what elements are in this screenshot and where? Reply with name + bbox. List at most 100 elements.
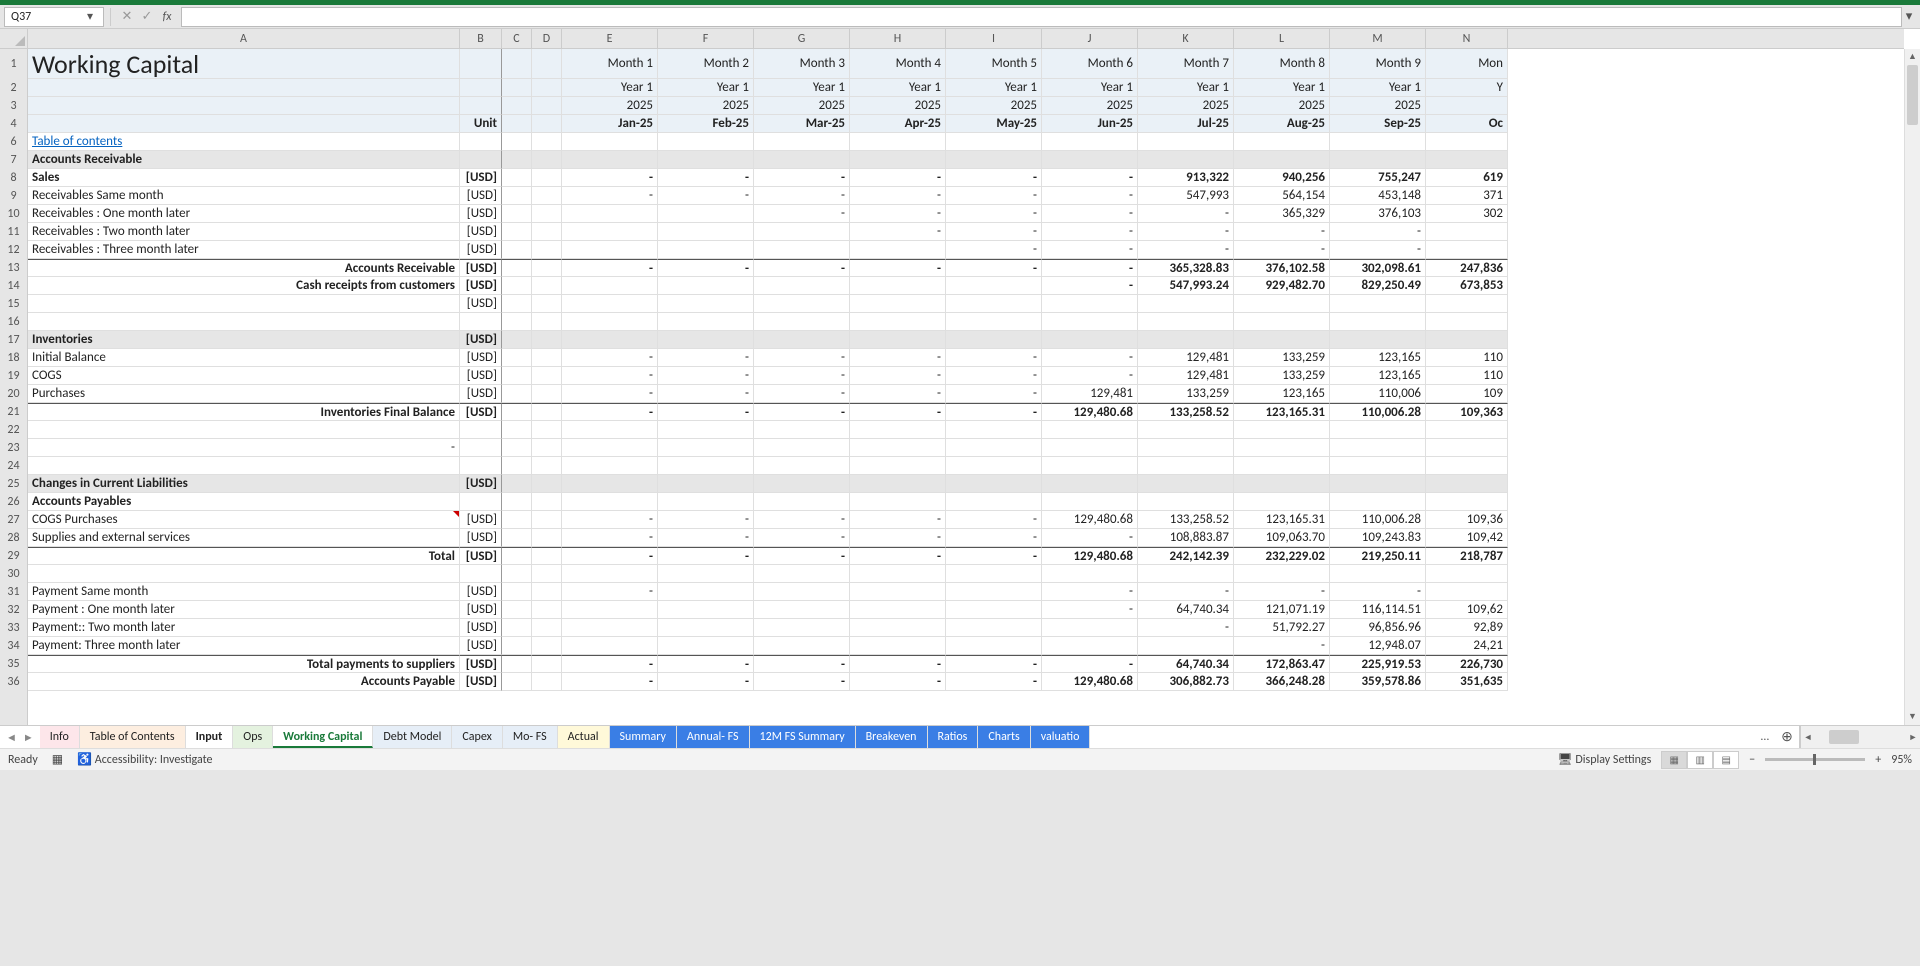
cell-r26-c13[interactable] (1330, 493, 1426, 511)
cell-r21-c5[interactable]: - (562, 403, 658, 421)
hscroll-thumb[interactable] (1829, 730, 1859, 744)
sheet-tab-debt-model[interactable]: Debt Model (373, 726, 452, 748)
cell-r29-c5[interactable]: - (562, 547, 658, 565)
col-header-H[interactable]: H (850, 29, 946, 49)
cell-r14-c7[interactable] (754, 277, 850, 295)
row-36-unit[interactable]: [USD] (460, 673, 502, 691)
row-32-label[interactable]: Payment : One month later (28, 601, 460, 619)
cell-r31-c9[interactable] (946, 583, 1042, 601)
cell-r22-c14[interactable] (1426, 421, 1508, 439)
cell-r25-c5[interactable] (562, 475, 658, 493)
cell-r17-c7[interactable] (754, 331, 850, 349)
cell-r8-c13[interactable]: 755,247 (1330, 169, 1426, 187)
cell-r34-c10[interactable] (1042, 637, 1138, 655)
page-break-view-button[interactable]: ▤ (1713, 751, 1739, 769)
row-header-3[interactable]: 3 (0, 97, 27, 115)
cell-r33-c6[interactable] (658, 619, 754, 637)
cell-r18-c13[interactable]: 123,165 (1330, 349, 1426, 367)
cell-r34-c5[interactable] (562, 637, 658, 655)
cell-r14-c8[interactable] (850, 277, 946, 295)
cell-r21-c14[interactable]: 109,363 (1426, 403, 1508, 421)
row-header-15[interactable]: 15 (0, 295, 27, 313)
row-16-label[interactable] (28, 313, 460, 331)
cell-r10-c6[interactable] (658, 205, 754, 223)
col-header-E[interactable]: E (562, 29, 658, 49)
cell-r22-c10[interactable] (1042, 421, 1138, 439)
cell-r34-c11[interactable] (1138, 637, 1234, 655)
cell-r11-c12[interactable]: - (1234, 223, 1330, 241)
hscroll-right-icon[interactable]: ► (1906, 732, 1920, 743)
row-header-8[interactable]: 8 (0, 169, 27, 187)
formula-expand-icon[interactable]: ▾ (1902, 9, 1916, 24)
cell-r20-c8[interactable]: - (850, 385, 946, 403)
cell-r21-c12[interactable]: 123,165.31 (1234, 403, 1330, 421)
cell-r33-c9[interactable] (946, 619, 1042, 637)
row-16-unit[interactable] (460, 313, 502, 331)
cell-r7-c11[interactable] (1138, 151, 1234, 169)
sheet-tab-capex[interactable]: Capex (452, 726, 502, 748)
cell-r7-c5[interactable] (562, 151, 658, 169)
period-header-1-1[interactable]: Month 2 (658, 49, 754, 79)
cell-r11-c10[interactable]: - (1042, 223, 1138, 241)
period-header-2-4[interactable]: Year 1 (946, 79, 1042, 97)
cell-r31-c12[interactable]: - (1234, 583, 1330, 601)
zoom-out-button[interactable]: − (1749, 753, 1755, 767)
cell-r27-c10[interactable]: 129,480.68 (1042, 511, 1138, 529)
cell-r28-c6[interactable]: - (658, 529, 754, 547)
row-25-label[interactable]: Changes in Current Liabilities (28, 475, 460, 493)
cell-r31-c8[interactable] (850, 583, 946, 601)
cell-r28-c8[interactable]: - (850, 529, 946, 547)
sheet-tab-working-capital[interactable]: Working Capital (273, 726, 373, 748)
period-header-1-0[interactable]: Month 1 (562, 49, 658, 79)
col-header-N[interactable]: N (1426, 29, 1508, 49)
row-header-7[interactable]: 7 (0, 151, 27, 169)
period-header-4-1[interactable]: Feb-25 (658, 115, 754, 133)
cell-r15-c5[interactable] (562, 295, 658, 313)
cell-r21-c7[interactable]: - (754, 403, 850, 421)
row-header-4[interactable]: 4 (0, 115, 27, 133)
cell-r36-c7[interactable]: - (754, 673, 850, 691)
unit-label[interactable]: Unit (460, 115, 502, 133)
cell-r27-c8[interactable]: - (850, 511, 946, 529)
cell-r36-c5[interactable]: - (562, 673, 658, 691)
scroll-down-icon[interactable]: ▼ (1905, 709, 1920, 725)
period-header-2-1[interactable]: Year 1 (658, 79, 754, 97)
cell-r20-c7[interactable]: - (754, 385, 850, 403)
cell-r20-c13[interactable]: 110,006 (1330, 385, 1426, 403)
cell-r30-c10[interactable] (1042, 565, 1138, 583)
period-header-2-8[interactable]: Year 1 (1330, 79, 1426, 97)
cell-r35-c11[interactable]: 64,740.34 (1138, 655, 1234, 673)
cell-r8-c6[interactable]: - (658, 169, 754, 187)
row-13-unit[interactable]: [USD] (460, 259, 502, 277)
header-cell-a-2[interactable] (28, 79, 460, 97)
cell-r24-c9[interactable] (946, 457, 1042, 475)
cell-r20-c11[interactable]: 133,259 (1138, 385, 1234, 403)
cell-r15-c7[interactable] (754, 295, 850, 313)
cell-r9-c9[interactable]: - (946, 187, 1042, 205)
cell-r12-c14[interactable] (1426, 241, 1508, 259)
cell-r28-c12[interactable]: 109,063.70 (1234, 529, 1330, 547)
cell-r29-c13[interactable]: 219,250.11 (1330, 547, 1426, 565)
macro-icon[interactable]: ▦ (52, 752, 63, 767)
sheet-tab-breakeven[interactable]: Breakeven (856, 726, 928, 748)
display-settings[interactable]: 🖥 Display Settings (1557, 752, 1651, 767)
cell-r35-c10[interactable]: - (1042, 655, 1138, 673)
cell-r21-c13[interactable]: 110,006.28 (1330, 403, 1426, 421)
cell-r7-c13[interactable] (1330, 151, 1426, 169)
row-26-unit[interactable] (460, 493, 502, 511)
cell-r33-c5[interactable] (562, 619, 658, 637)
cell-r14-c12[interactable]: 929,482.70 (1234, 277, 1330, 295)
cell-r7-c9[interactable] (946, 151, 1042, 169)
row-header-12[interactable]: 12 (0, 241, 27, 259)
cell-r36-c9[interactable]: - (946, 673, 1042, 691)
row-header-26[interactable]: 26 (0, 493, 27, 511)
cell-r23-c8[interactable] (850, 439, 946, 457)
cell-r28-c9[interactable]: - (946, 529, 1042, 547)
cell-r22-c12[interactable] (1234, 421, 1330, 439)
cell-r23-c14[interactable] (1426, 439, 1508, 457)
page-layout-view-button[interactable]: ▥ (1687, 751, 1713, 769)
row-35-unit[interactable]: [USD] (460, 655, 502, 673)
cell-r12-c10[interactable]: - (1042, 241, 1138, 259)
row-15-label[interactable] (28, 295, 460, 313)
cell-r31-c6[interactable] (658, 583, 754, 601)
